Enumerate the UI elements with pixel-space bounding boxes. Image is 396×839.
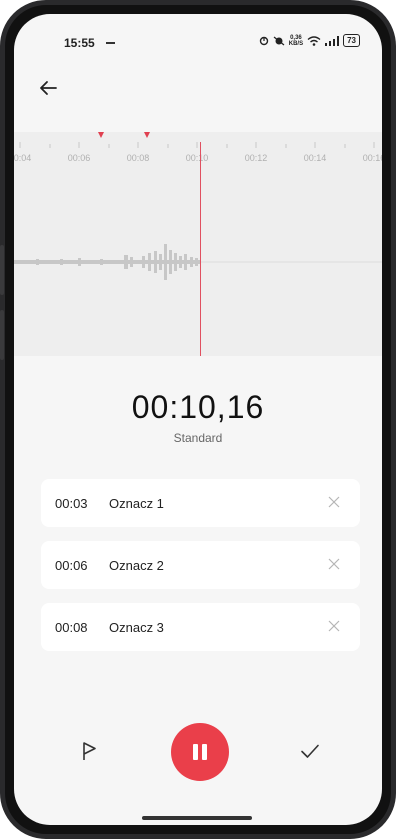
flag-icon [83,742,96,760]
network-speed: 0,36 KB/S [289,35,303,47]
mark-name: Oznacz 2 [109,557,164,573]
marks-list: 00:03 Oznacz 1 00:06 Oznacz 2 00:08 Ozna… [41,479,360,665]
mark-name: Oznacz 1 [109,495,164,511]
playhead[interactable] [200,142,201,356]
mark-time: 00:06 [55,557,88,573]
check-icon [301,744,319,758]
recording-controls [14,719,382,783]
speed-unit: KB/S [288,40,304,47]
screen: 15:55 0,36 KB/S 73 00:04 00:06 00:08 00:… [14,14,382,825]
dnd-icon [273,36,285,45]
status-icons: 0,36 KB/S 73 [259,34,360,47]
waveform-bars [14,244,200,280]
close-icon[interactable] [328,620,340,632]
waveform-view[interactable]: 00:04 00:06 00:08 00:10 00:12 00:14 00:1… [14,132,382,356]
pause-button[interactable] [171,723,229,781]
waveform-graphic [14,132,382,280]
arrow-left-icon [40,81,57,95]
mark-item[interactable]: 00:03 Oznacz 1 [41,479,360,527]
mark-time: 00:08 [55,619,88,635]
add-mark-button[interactable] [78,739,102,763]
mark-pin-icon [98,132,104,138]
usb-debug-icon [106,42,115,44]
home-indicator[interactable] [142,816,252,820]
speed-value: 0,36 [290,34,302,41]
tick-marks [19,142,375,148]
alarm-icon [259,36,268,45]
status-time: 15:55 [64,36,95,50]
side-button [0,245,4,295]
side-button [0,310,4,360]
back-button[interactable] [36,76,60,100]
mark-name: Oznacz 3 [109,619,164,635]
elapsed-time: 00:10,16 [131,389,265,425]
mark-item[interactable]: 00:06 Oznacz 2 [41,541,360,589]
wifi-icon [307,35,321,46]
done-button[interactable] [298,739,322,763]
status-bar: 15:55 0,36 KB/S 73 [14,14,382,58]
pause-icon [191,744,209,760]
close-icon[interactable] [328,496,340,508]
mark-item[interactable]: 00:08 Oznacz 3 [41,603,360,651]
signal-icon [325,35,340,46]
mark-pin-icon [144,132,150,138]
battery-icon: 73 [343,34,360,47]
mark-time: 00:03 [55,495,88,511]
close-icon[interactable] [328,558,340,570]
recording-mode: Standard [173,431,223,445]
